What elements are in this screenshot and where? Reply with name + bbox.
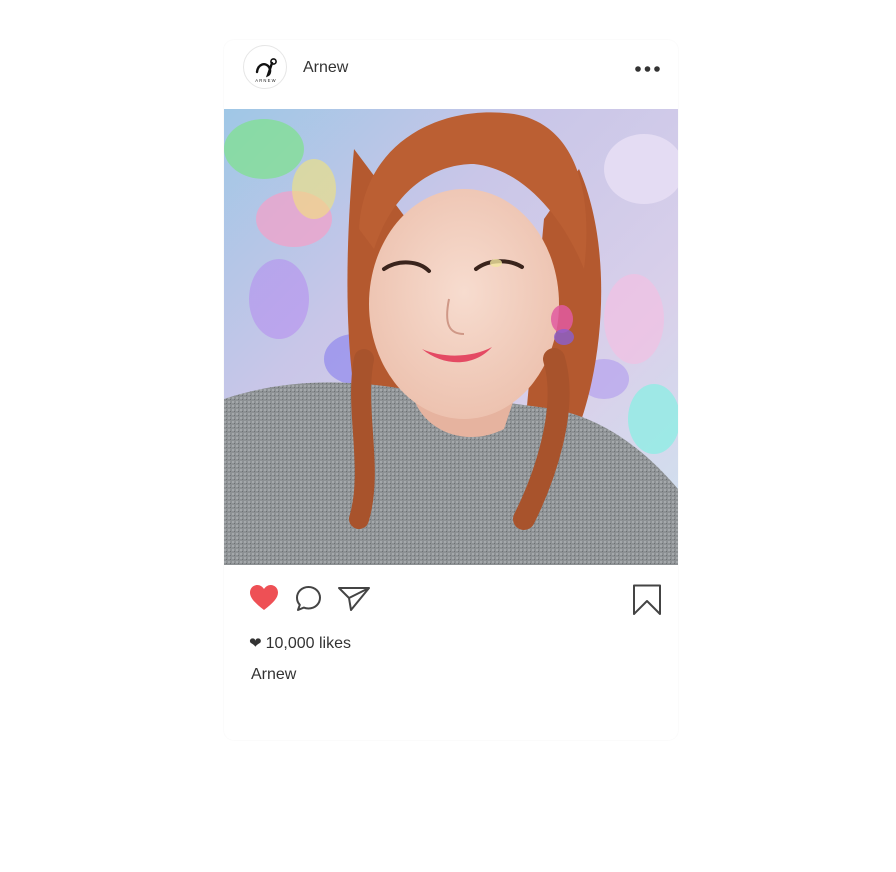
share-button[interactable] [337, 585, 371, 618]
more-horizontal-icon [635, 66, 660, 72]
like-button[interactable] [249, 584, 279, 617]
paper-plane-icon [338, 587, 370, 611]
post-username[interactable]: Arnew [303, 59, 348, 77]
profile-avatar[interactable]: ARNEW [243, 45, 287, 89]
more-options-button[interactable] [632, 58, 664, 78]
post-actions-bar [224, 578, 678, 618]
likes-text: 10,000 likes [265, 635, 351, 652]
small-heart-icon: ❤ [249, 635, 262, 652]
comment-button[interactable] [295, 585, 323, 618]
instagram-post-card: ARNEW Arnew ❤ 10,000 likes Arnew [224, 40, 678, 740]
bookmark-icon [633, 584, 661, 615]
comment-icon [296, 586, 321, 611]
heart-icon [250, 585, 278, 610]
likes-count[interactable]: ❤ 10,000 likes [249, 634, 351, 653]
selfie-image [224, 109, 678, 565]
post-header: ARNEW Arnew [224, 40, 678, 108]
post-photo[interactable] [224, 109, 678, 565]
bookmark-button[interactable] [632, 584, 662, 621]
logo-text: ARNEW [255, 78, 277, 83]
arnew-logo-icon: ARNEW [255, 58, 277, 83]
caption-username[interactable]: Arnew [251, 666, 296, 684]
